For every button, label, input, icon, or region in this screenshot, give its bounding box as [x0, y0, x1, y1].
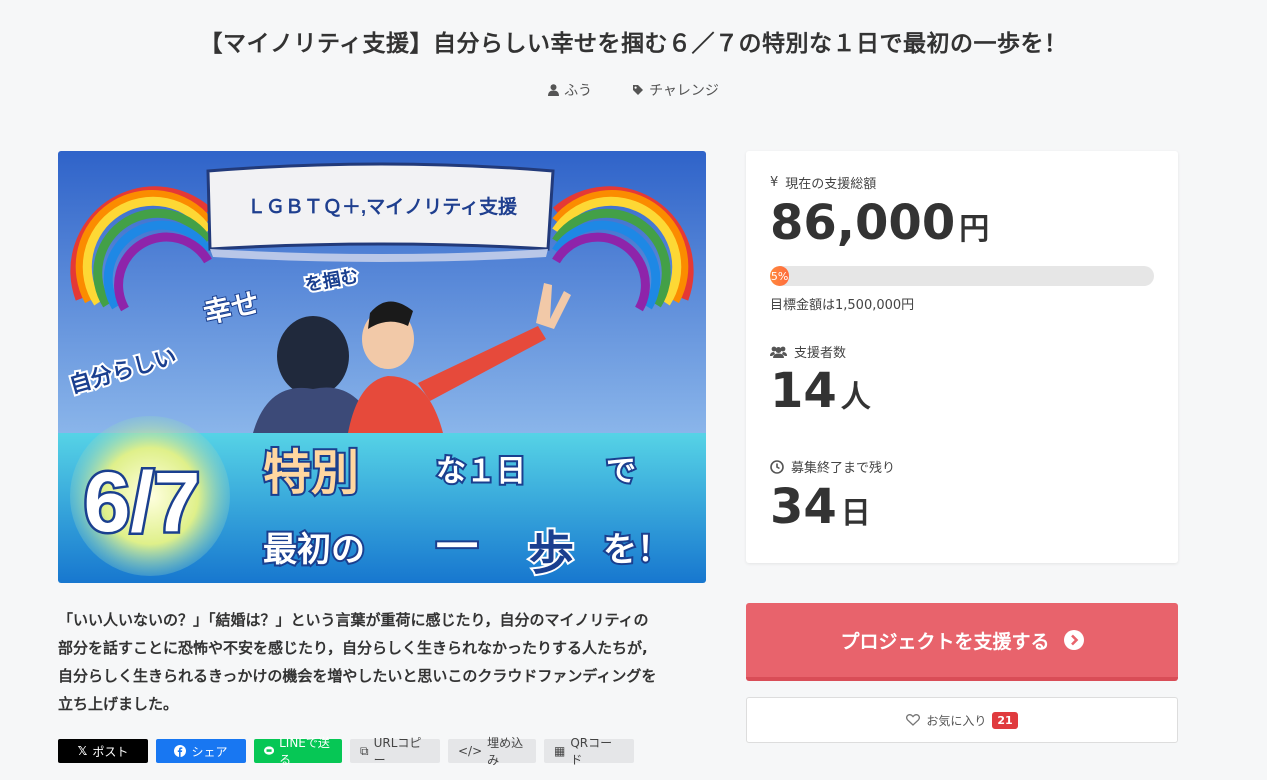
hero-banner-text: ＬＧＢＴＱ＋,マイノリティ支援: [247, 195, 518, 218]
favorite-button[interactable]: お気に入り 21: [746, 697, 1178, 743]
funding-stats-panel: ¥ 現在の支援総額 86,000 円 5% 目標金額は1,500,000円 支援者…: [746, 151, 1178, 563]
facebook-icon: [174, 745, 187, 757]
remaining-days: 34 日: [770, 479, 871, 535]
share-buttons: 𝕏 ポスト シェア LINEで送る ⧉ URLコピー </> 埋め込み ▦ QR…: [58, 736, 634, 767]
user-icon: [548, 84, 560, 96]
supporters-count: 14 人: [770, 363, 871, 419]
hero-text-2b: な１日: [436, 455, 526, 488]
project-hero-image: ＬＧＢＴＱ＋,マイノリティ支援 自分らしい 幸せ を掴む 6/7 特別 な１日 …: [58, 151, 706, 583]
category-name: チャレンジ: [649, 83, 719, 99]
total-amount-label: ¥ 現在の支援総額: [770, 175, 877, 192]
supporters-label: 支援者数: [770, 342, 846, 361]
clock-icon: [770, 459, 784, 474]
hero-text-2c: で: [606, 455, 636, 488]
tag-icon: [633, 85, 644, 95]
author-name: ふう: [564, 83, 593, 99]
qr-code-button[interactable]: ▦ QRコード: [544, 736, 634, 767]
remaining-days-label: 募集終了まで残り: [770, 457, 895, 476]
code-icon: </>: [458, 744, 483, 758]
x-logo-icon: 𝕏: [77, 744, 88, 758]
description-line: 自分らしく生きられるきっかけの機会を増やしたいと思いこのクラウドファンディングを: [58, 667, 657, 685]
total-amount: 86,000 円: [770, 195, 990, 251]
project-description: 「いい人いないの？」「結婚は？」という言葉が重荷に感じたり，自分のマイノリティの…: [58, 606, 718, 718]
support-project-button[interactable]: プロジェクトを支援する: [746, 603, 1178, 681]
embed-button[interactable]: </> 埋め込み: [448, 736, 536, 767]
hero-text-3b: 一: [436, 523, 478, 570]
share-line-button[interactable]: LINEで送る: [254, 736, 342, 767]
hero-text-2a: 特別: [263, 447, 359, 500]
copy-url-button[interactable]: ⧉ URLコピー: [350, 736, 440, 767]
share-facebook-button[interactable]: シェア: [156, 739, 246, 763]
description-line: 部分を話すことに恐怖や不安を感じたり，自分らしく生きられなかったりする人たちが,: [58, 639, 648, 657]
progress-fill: 5%: [770, 266, 790, 286]
yen-icon: ¥: [770, 175, 779, 190]
share-x-button[interactable]: 𝕏 ポスト: [58, 739, 148, 763]
page-title: 【マイノリティ支援】自分らしい幸せを掴む６／７の特別な１日で最初の一歩を！: [199, 31, 1068, 57]
author-link[interactable]: ふう: [548, 80, 592, 100]
project-meta: ふう チャレンジ: [0, 80, 1267, 100]
copy-icon: ⧉: [360, 743, 369, 758]
hero-text-3c: 歩: [528, 527, 574, 579]
favorite-count-badge: 21: [992, 711, 1018, 729]
hero-date: 6/7: [84, 455, 201, 549]
progress-bar: 5%: [770, 266, 1154, 286]
description-line: 「いい人いないの？」「結婚は？」という言葉が重荷に感じたり，自分のマイノリティの: [58, 611, 649, 629]
goal-amount: 目標金額は1,500,000円: [770, 298, 915, 313]
description-line: 立ち上げました。: [58, 695, 179, 713]
arrow-circle-icon: [1063, 630, 1084, 650]
line-icon: [264, 746, 275, 755]
hero-text-3d: を！: [603, 531, 671, 569]
heart-icon: [906, 714, 921, 726]
hero-text-3a: 最初の: [263, 531, 365, 569]
category-link[interactable]: チャレンジ: [632, 80, 719, 100]
users-icon: [770, 346, 787, 358]
qr-icon: ▦: [554, 744, 566, 758]
